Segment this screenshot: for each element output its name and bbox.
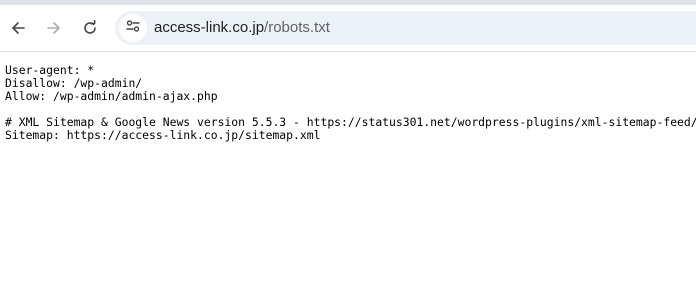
url-path: /robots.txt	[264, 19, 330, 36]
browser-toolbar: access-link.co.jp/robots.txt	[0, 5, 696, 52]
back-button[interactable]	[2, 12, 34, 44]
robots-txt-content: User-agent: * Disallow: /wp-admin/Allow: …	[5, 64, 696, 142]
address-bar[interactable]: access-link.co.jp/robots.txt	[115, 11, 696, 45]
forward-button[interactable]	[38, 12, 70, 44]
arrow-left-icon	[10, 20, 26, 36]
reload-button[interactable]	[74, 12, 106, 44]
text-line: Allow: /wp-admin/admin-ajax.php	[5, 89, 218, 103]
url-text[interactable]: access-link.co.jp/robots.txt	[154, 11, 330, 45]
url-host: access-link.co.jp	[154, 19, 265, 36]
tune-icon	[125, 18, 141, 39]
text-line: Sitemap: https://access-link.co.jp/sitem…	[5, 128, 321, 142]
site-info-button[interactable]	[119, 14, 147, 42]
arrow-right-icon	[46, 20, 62, 36]
reload-icon	[82, 20, 98, 36]
